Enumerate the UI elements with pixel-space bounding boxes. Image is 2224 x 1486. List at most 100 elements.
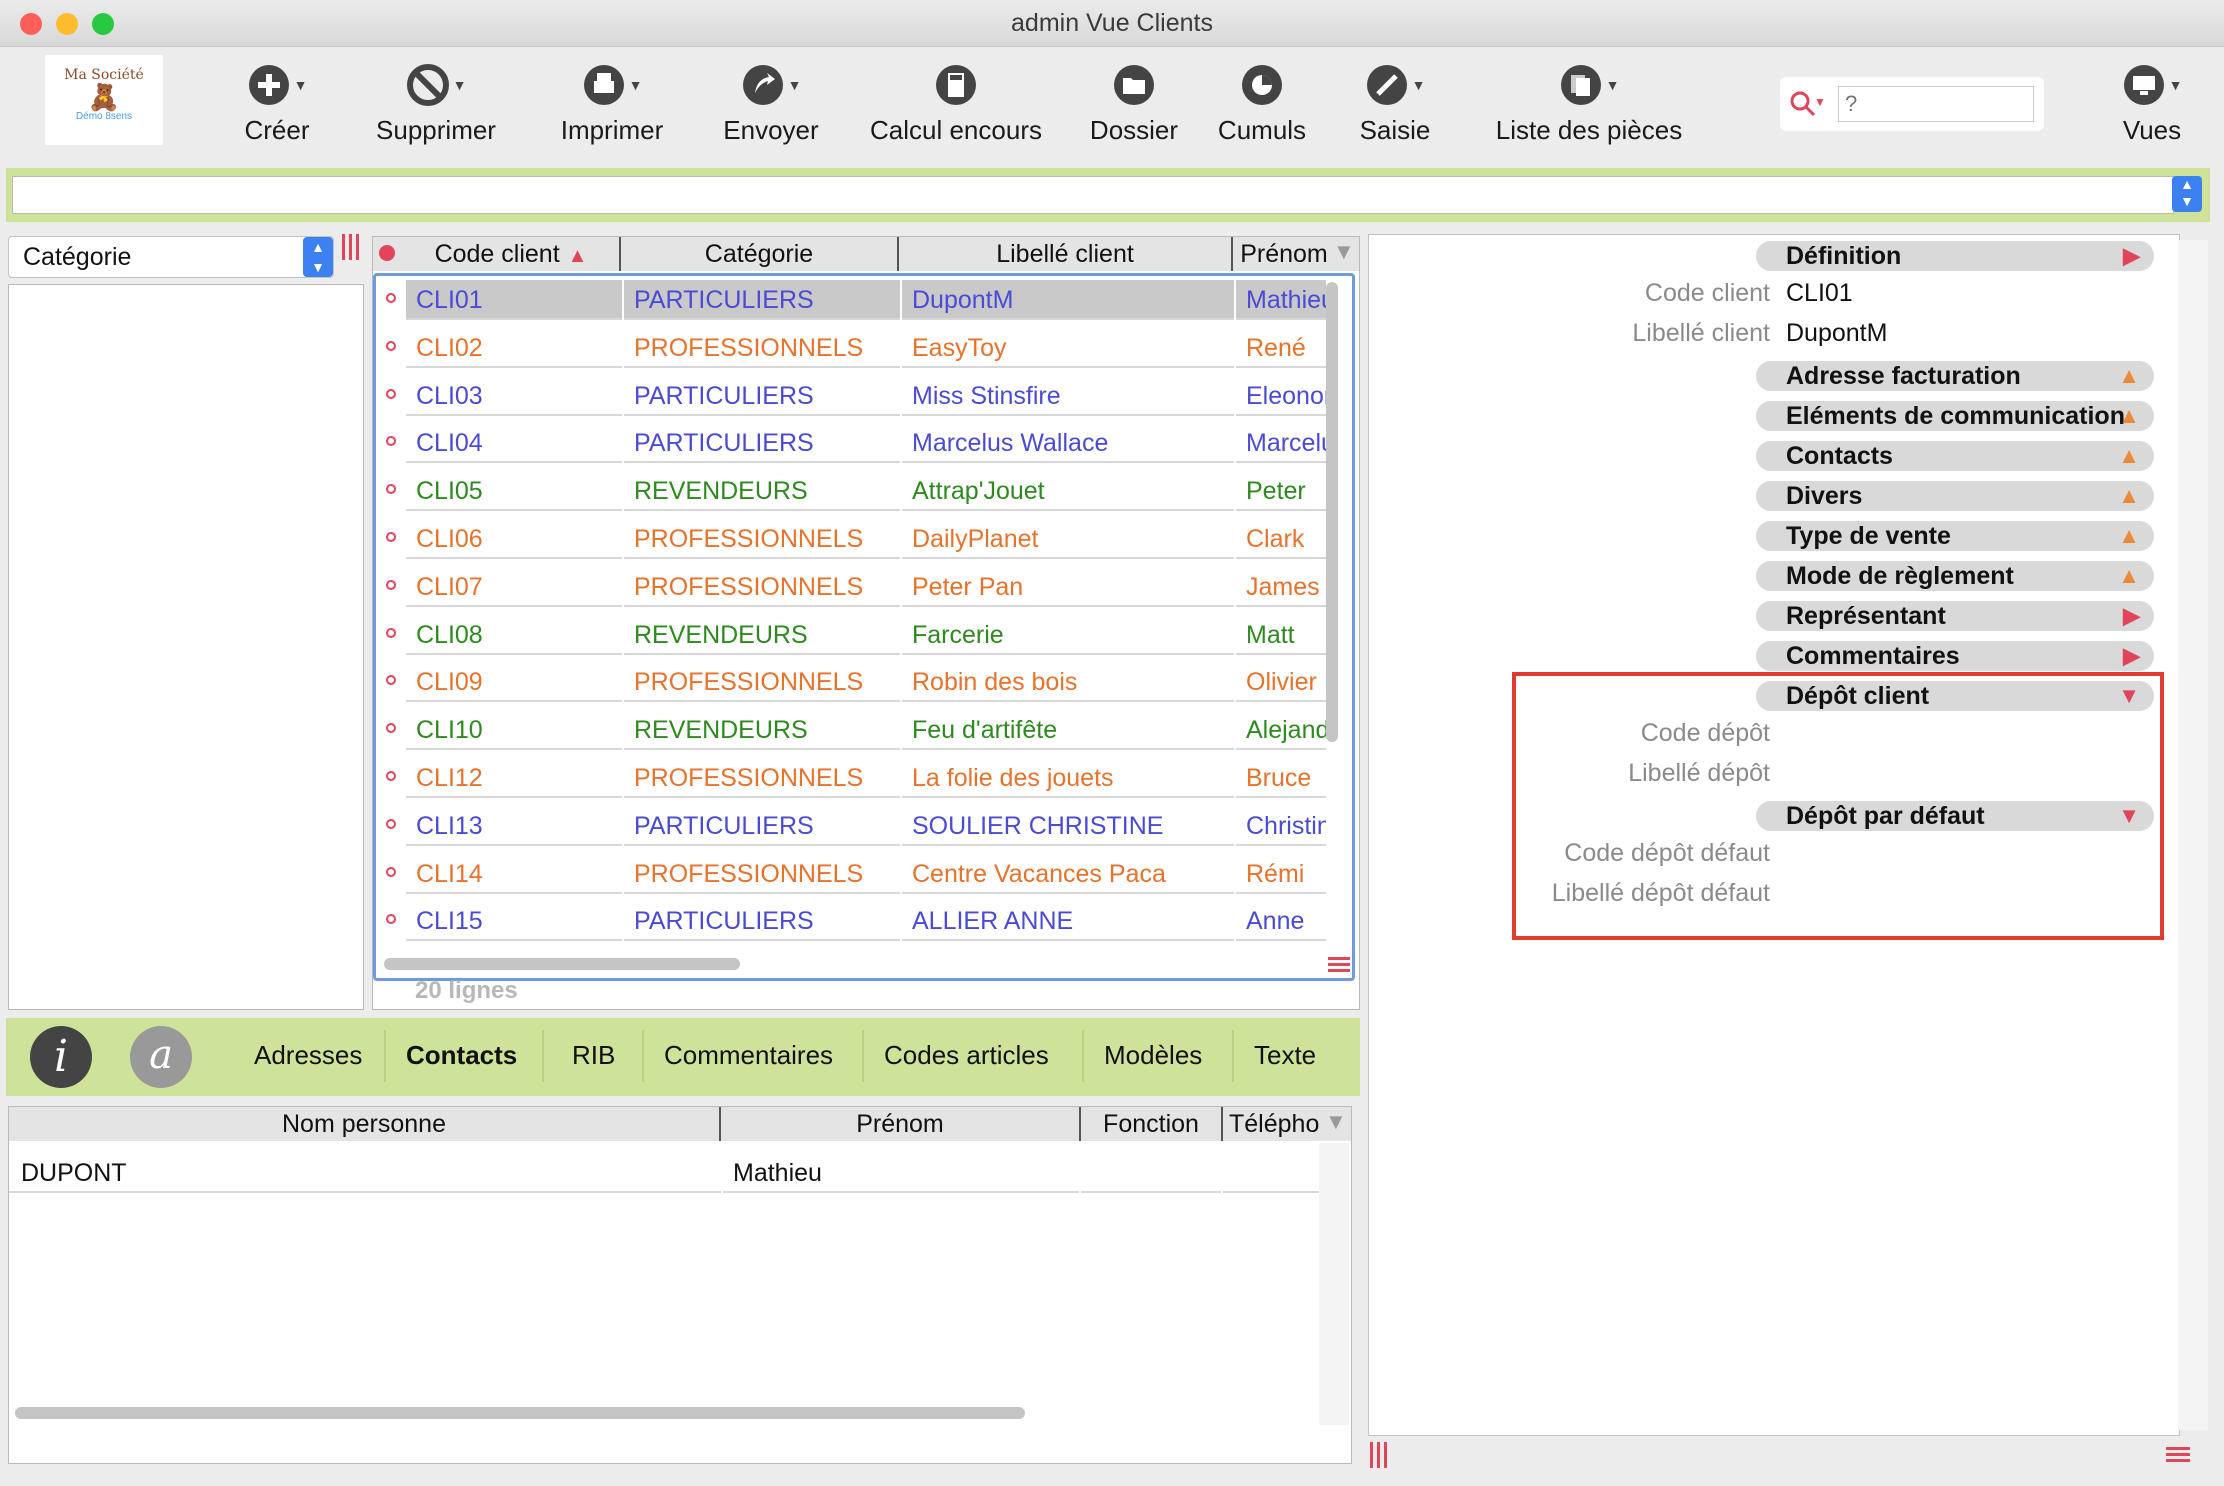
table-row[interactable]: CLI09 PROFESSIONNELS Robin des bois Olivier <box>376 658 1330 706</box>
views-label: Vues <box>2122 115 2182 145</box>
col-header-category[interactable]: Catégorie <box>621 237 899 271</box>
print-button[interactable]: ▼ Imprimer <box>552 59 672 146</box>
tab-texte[interactable]: Texte <box>1254 1040 1316 1071</box>
column-resize-handle-icon[interactable] <box>340 234 364 262</box>
columns-menu-chevron-icon[interactable]: ▼ <box>1333 239 1355 265</box>
contact-prenom: Mathieu <box>723 1153 1079 1193</box>
section-representant[interactable]: Représentant ▶ <box>1756 601 2154 631</box>
expand-up-arrow-icon: ▲ <box>2118 563 2140 588</box>
filter-combo[interactable] <box>12 176 2174 214</box>
tab-adresses[interactable]: Adresses <box>254 1040 362 1071</box>
col-header-code[interactable]: Code client ▲ <box>403 237 621 271</box>
tab-modeles[interactable]: Modèles <box>1104 1040 1202 1071</box>
code-depot-defaut-label: Code dépôt défaut <box>1564 839 1770 867</box>
clients-horizontal-scrollbar[interactable] <box>384 958 740 970</box>
printer-icon <box>583 65 624 105</box>
table-row[interactable]: CLI06 PROFESSIONNELS DailyPlanet Clark <box>376 515 1330 563</box>
table-row[interactable]: CLI12 PROFESSIONNELS La folie des jouets Br… <box>376 754 1330 802</box>
panel-resize-handle-icon[interactable] <box>1368 1442 1392 1470</box>
tab-codes-articles[interactable]: Codes articles <box>884 1040 1049 1071</box>
contacts-columns-chevron-icon[interactable]: ▼ <box>1325 1109 1347 1135</box>
table-row[interactable]: CLI15 PARTICULIERS ALLIER ANNE Anne <box>376 897 1330 945</box>
col-header-nom[interactable]: Nom personne <box>9 1107 721 1141</box>
clients-vertical-scrollbar[interactable] <box>1326 282 1338 742</box>
row-marker-icon[interactable] <box>386 723 396 734</box>
saisie-button[interactable]: ▼ Saisie <box>1340 59 1450 146</box>
table-row[interactable]: CLI08 REVENDEURS Farcerie Matt <box>376 611 1330 659</box>
table-row[interactable]: DUPONT Mathieu <box>9 1149 1319 1193</box>
col-header-prenom[interactable]: Prénom <box>721 1107 1081 1141</box>
cumuls-button[interactable]: Cumuls <box>1212 59 1312 146</box>
select-all-icon[interactable] <box>379 245 395 261</box>
row-marker-icon[interactable] <box>386 866 396 877</box>
code-depot-label: Code dépôt <box>1640 719 1770 747</box>
category-select[interactable]: Catégorie ▲ ▼ <box>8 236 334 278</box>
col-header-label[interactable]: Libellé client <box>899 237 1233 271</box>
section-adresse-facturation[interactable]: Adresse facturation ▲ <box>1756 361 2154 391</box>
row-marker-icon[interactable] <box>386 579 396 590</box>
tab-separator <box>1082 1030 1084 1082</box>
detail-menu-icon[interactable] <box>2166 1444 2190 1468</box>
col-header-fonction[interactable]: Fonction <box>1081 1107 1223 1141</box>
table-row[interactable]: CLI02 PROFESSIONNELS EasyToy René <box>376 324 1330 372</box>
row-marker-icon[interactable] <box>386 340 396 351</box>
table-row[interactable]: CLI05 REVENDEURS Attrap'Jouet Peter <box>376 467 1330 515</box>
contacts-vertical-track <box>1319 1143 1349 1425</box>
at-icon[interactable]: a <box>130 1026 192 1088</box>
row-marker-icon[interactable] <box>386 293 396 303</box>
row-marker-icon[interactable] <box>386 484 396 495</box>
calcul-encours-button[interactable]: Calcul encours <box>866 59 1046 146</box>
table-row[interactable]: CLI07 PROFESSIONNELS Peter Pan James <box>376 563 1330 611</box>
section-elements-communication[interactable]: Eléments de communication ▲ <box>1756 401 2154 431</box>
section-mode-reglement[interactable]: Mode de règlement ▲ <box>1756 561 2154 591</box>
section-depot-client[interactable]: Dépôt client ▼ <box>1756 681 2154 711</box>
section-contacts[interactable]: Contacts ▲ <box>1756 441 2154 471</box>
folder-button[interactable]: Dossier <box>1084 59 1184 146</box>
section-type-vente[interactable]: Type de vente ▲ <box>1756 521 2154 551</box>
table-row[interactable]: CLI03PARTICULIERSMiss StinsfireEleonora <box>376 372 1330 420</box>
search-options-chevron-icon[interactable]: ▼ <box>1814 95 1826 109</box>
table-row[interactable]: CLI01PARTICULIERSDupontMMathieu <box>376 276 1330 324</box>
table-row[interactable]: CLI14 PROFESSIONNELS Centre Vacances Paca R… <box>376 850 1330 898</box>
client-category: REVENDEURS <box>624 615 900 655</box>
create-button[interactable]: ▼ Créer <box>222 59 332 146</box>
table-row[interactable]: CLI10REVENDEURSFeu d'artifêteAlejandro <box>376 706 1330 754</box>
table-row[interactable]: CLI04PARTICULIERSMarcelus WallaceMarcelu… <box>376 419 1330 467</box>
row-marker-icon[interactable] <box>386 771 396 781</box>
section-divers[interactable]: Divers ▲ <box>1756 481 2154 511</box>
table-row[interactable]: CLI13 PARTICULIERS SOULIER CHRISTINE Christ… <box>376 802 1330 850</box>
client-code: CLI04 <box>406 423 622 464</box>
send-button[interactable]: ▼ Envoyer <box>716 59 826 146</box>
tab-commentaires[interactable]: Commentaires <box>664 1040 833 1071</box>
row-marker-icon[interactable] <box>386 436 396 447</box>
search-input[interactable] <box>1838 86 2034 122</box>
col-header-firstname[interactable]: Prénom <box>1233 237 1335 271</box>
tab-contacts[interactable]: Contacts <box>406 1040 517 1071</box>
row-marker-icon[interactable] <box>386 532 396 542</box>
info-icon[interactable]: i <box>30 1026 92 1088</box>
col-header-telephone[interactable]: Télépho <box>1223 1107 1329 1141</box>
send-label: Envoyer <box>723 115 819 145</box>
section-definition[interactable]: Définition ▶ <box>1756 241 2154 271</box>
row-marker-icon[interactable] <box>386 818 396 829</box>
section-depot-defaut[interactable]: Dépôt par défaut ▼ <box>1756 801 2154 831</box>
contacts-horizontal-scrollbar[interactable] <box>15 1407 1025 1419</box>
row-marker-icon[interactable] <box>386 675 396 686</box>
delete-button[interactable]: ▼ Supprimer <box>368 59 504 146</box>
views-button[interactable]: ▼ Vues <box>2112 59 2192 146</box>
row-marker-icon[interactable] <box>386 914 396 925</box>
row-marker-icon[interactable] <box>386 388 396 399</box>
category-list[interactable] <box>8 284 364 1010</box>
row-menu-icon[interactable] <box>1328 954 1350 974</box>
filter-dropdown-arrows-icon[interactable]: ▲ ▼ <box>2172 176 2202 212</box>
client-label: SOULIER CHRISTINE <box>902 806 1234 846</box>
calcul-encours-label: Calcul encours <box>870 115 1042 145</box>
folder-icon <box>1114 65 1154 105</box>
calculator-icon <box>936 65 976 105</box>
row-marker-icon[interactable] <box>386 627 396 638</box>
liste-pieces-button[interactable]: ▼ Liste des pièces <box>1486 59 1692 146</box>
tab-rib[interactable]: RIB <box>572 1040 615 1071</box>
send-arrow-icon <box>742 65 783 105</box>
client-label: DupontM <box>902 280 1234 320</box>
section-commentaires[interactable]: Commentaires ▶ <box>1756 641 2154 671</box>
